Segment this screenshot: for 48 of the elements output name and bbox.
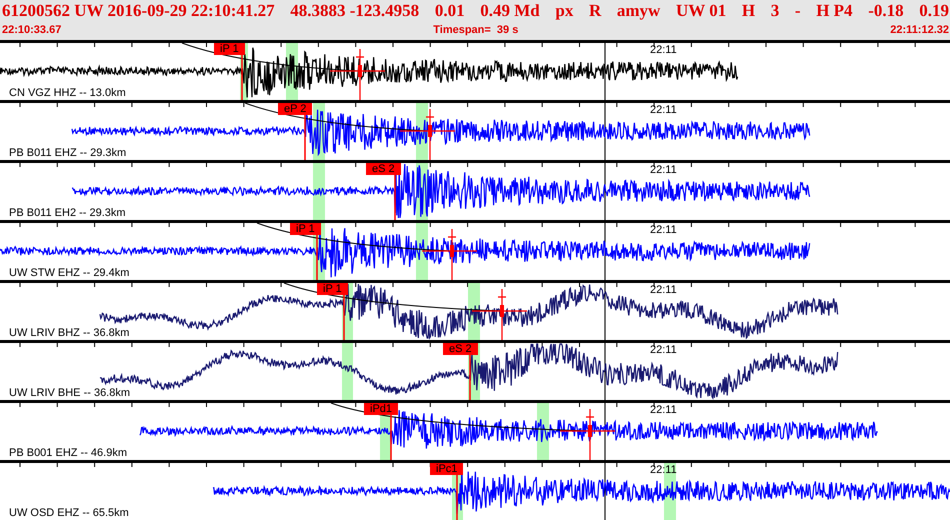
pick-flag[interactable]: eP 2 <box>278 103 312 115</box>
pick-flag[interactable]: iP 1 <box>214 43 245 55</box>
time-label: 22:11 <box>650 464 677 476</box>
station-label: UW LRIV BHZ -- 36.8km <box>9 327 130 339</box>
time-label: 22:11 <box>650 224 677 236</box>
time-label: 22:11 <box>650 164 677 176</box>
station-label: CN VGZ HHZ -- 13.0km <box>9 87 126 99</box>
event-summary-text: H P4 <box>816 0 853 21</box>
end-time: 22:11:12.32 <box>890 23 949 38</box>
station-label: UW OSD EHZ -- 65.5km <box>9 507 129 519</box>
event-summary-text: 3 <box>770 0 780 21</box>
start-time: 22:10:33.67 <box>2 23 62 38</box>
event-summary-text: 0.01 <box>434 0 465 21</box>
pick-flag[interactable]: eS 2 <box>443 343 478 355</box>
event-summary-text: H <box>742 0 756 21</box>
event-summary-text: 61200562 UW 2016-09-29 22:10:41.27 <box>2 0 275 21</box>
time-label: 22:11 <box>650 344 677 356</box>
time-window-band <box>313 163 325 220</box>
pick-flag[interactable]: iPc1 <box>430 463 464 475</box>
coda-end-marker <box>329 48 386 100</box>
station-label: UW LRIV BHE -- 36.8km <box>9 387 130 399</box>
station-label: UW STW EHZ -- 29.4km <box>9 267 130 279</box>
time-label: 22:11 <box>650 44 677 56</box>
station-label: PB B011 EHZ -- 29.3km <box>9 147 126 159</box>
time-label: 22:11 <box>650 104 677 116</box>
pick-flag[interactable]: eS 2 <box>366 163 401 175</box>
event-summary-text: px <box>555 0 574 21</box>
pick-flag[interactable]: iPd1 <box>364 403 398 415</box>
time-label: 22:11 <box>650 284 677 296</box>
coda-end-marker <box>559 408 616 460</box>
coda-end-marker <box>471 288 528 340</box>
time-window-band <box>342 343 353 400</box>
event-summary-text: 48.3883 -123.4958 <box>290 0 420 21</box>
event-summary-text: - <box>794 0 801 21</box>
event-summary-text: amyw <box>616 0 660 21</box>
event-summary-text: -0.18 <box>868 0 904 21</box>
event-summary-text: 0.49 Md <box>480 0 540 21</box>
coda-end-marker <box>399 108 456 160</box>
station-label: PB B001 EHZ -- 46.9km <box>9 447 127 459</box>
event-summary-text: R <box>588 0 602 21</box>
time-label: 22:11 <box>650 404 677 416</box>
event-summary-text: UW 01 <box>676 0 726 21</box>
coda-end-marker <box>421 228 478 280</box>
pick-flag[interactable]: iP 1 <box>290 223 321 235</box>
event-summary-text: 0.19 <box>919 0 949 21</box>
pick-flag[interactable]: iP 1 <box>317 283 348 295</box>
station-label: PB B011 EH2 -- 29.3km <box>9 207 126 219</box>
timespan-text: Timespan= 39 s <box>433 23 518 38</box>
